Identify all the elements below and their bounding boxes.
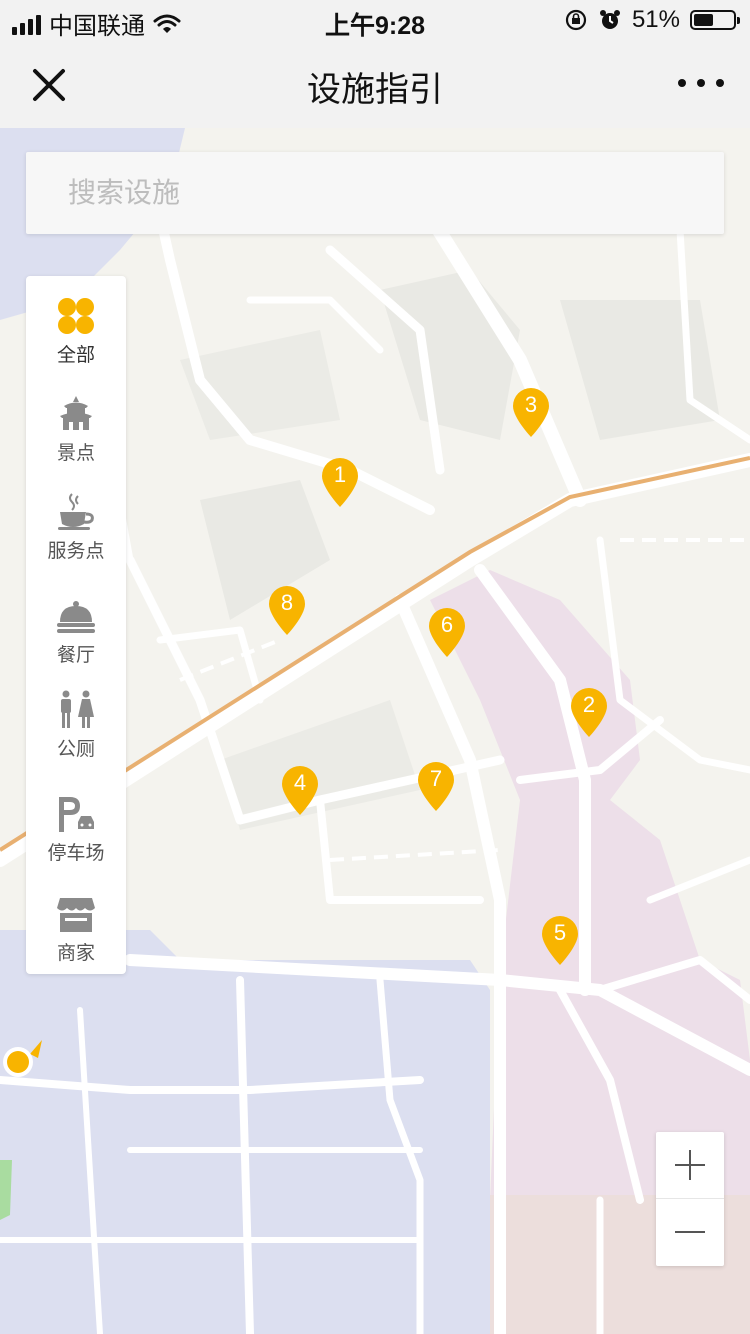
my-location-icon <box>3 1040 42 1077</box>
category-restroom[interactable]: 公厕 <box>26 690 126 784</box>
coffee-cup-icon <box>58 493 94 530</box>
pagoda-icon <box>60 396 92 430</box>
map-marker-1[interactable]: 1 <box>320 456 360 508</box>
battery-icon <box>690 10 740 30</box>
zoom-control <box>656 1132 724 1266</box>
category-label: 停车场 <box>47 843 105 864</box>
category-label: 公厕 <box>56 739 95 760</box>
category-service[interactable]: 服务点 <box>26 492 126 586</box>
category-parking[interactable]: 停车场 <box>26 794 126 888</box>
map-marker-7[interactable]: 7 <box>416 760 456 812</box>
marker-number: 1 <box>333 462 347 487</box>
battery-percent: 51% <box>631 6 680 33</box>
grid-icon <box>58 298 94 334</box>
marker-number: 5 <box>553 920 567 945</box>
category-label: 全部 <box>56 345 95 366</box>
marker-number: 4 <box>293 770 307 795</box>
category-label: 餐厅 <box>56 645 95 666</box>
battery-fill <box>694 14 714 26</box>
shop-icon <box>57 898 95 932</box>
more-icon[interactable] <box>678 72 724 94</box>
category-sights[interactable]: 景点 <box>26 394 126 488</box>
category-shop[interactable]: 商家 <box>26 894 126 988</box>
category-label: 商家 <box>56 943 95 964</box>
marker-number: 2 <box>582 692 596 717</box>
search-bar[interactable] <box>26 152 724 234</box>
search-input[interactable] <box>26 152 724 234</box>
alarm-icon <box>599 10 620 29</box>
category-label: 服务点 <box>47 541 105 562</box>
restroom-icon <box>61 690 94 728</box>
map-marker-2[interactable]: 2 <box>569 686 609 738</box>
marker-number: 8 <box>280 590 294 615</box>
map-marker-5[interactable]: 5 <box>540 914 580 966</box>
status-right: 51% <box>564 6 740 34</box>
map-marker-6[interactable]: 6 <box>427 606 467 658</box>
minus-icon[interactable] <box>656 1199 724 1265</box>
map-marker-8[interactable]: 8 <box>267 584 307 636</box>
category-panel: 全部 景点 服务点 餐厅 公厕 停车场 商家 <box>26 276 126 974</box>
marker-number: 7 <box>429 766 443 791</box>
plus-icon[interactable] <box>656 1132 724 1199</box>
marker-number: 6 <box>440 612 454 637</box>
cloche-icon <box>57 601 95 633</box>
page-title: 设施指引 <box>307 71 443 109</box>
map-marker-4[interactable]: 4 <box>280 764 320 816</box>
parking-icon <box>59 797 94 832</box>
category-label: 景点 <box>56 443 95 464</box>
marker-number: 3 <box>524 392 538 417</box>
map-marker-3[interactable]: 3 <box>511 386 551 438</box>
category-all[interactable]: 全部 <box>26 296 126 390</box>
nav-bar: 设施指引 <box>0 40 750 128</box>
status-bar: 中国联通 上午9:28 51% <box>0 0 750 40</box>
category-restaurant[interactable]: 餐厅 <box>26 596 126 690</box>
rotation-lock-icon <box>565 9 587 31</box>
